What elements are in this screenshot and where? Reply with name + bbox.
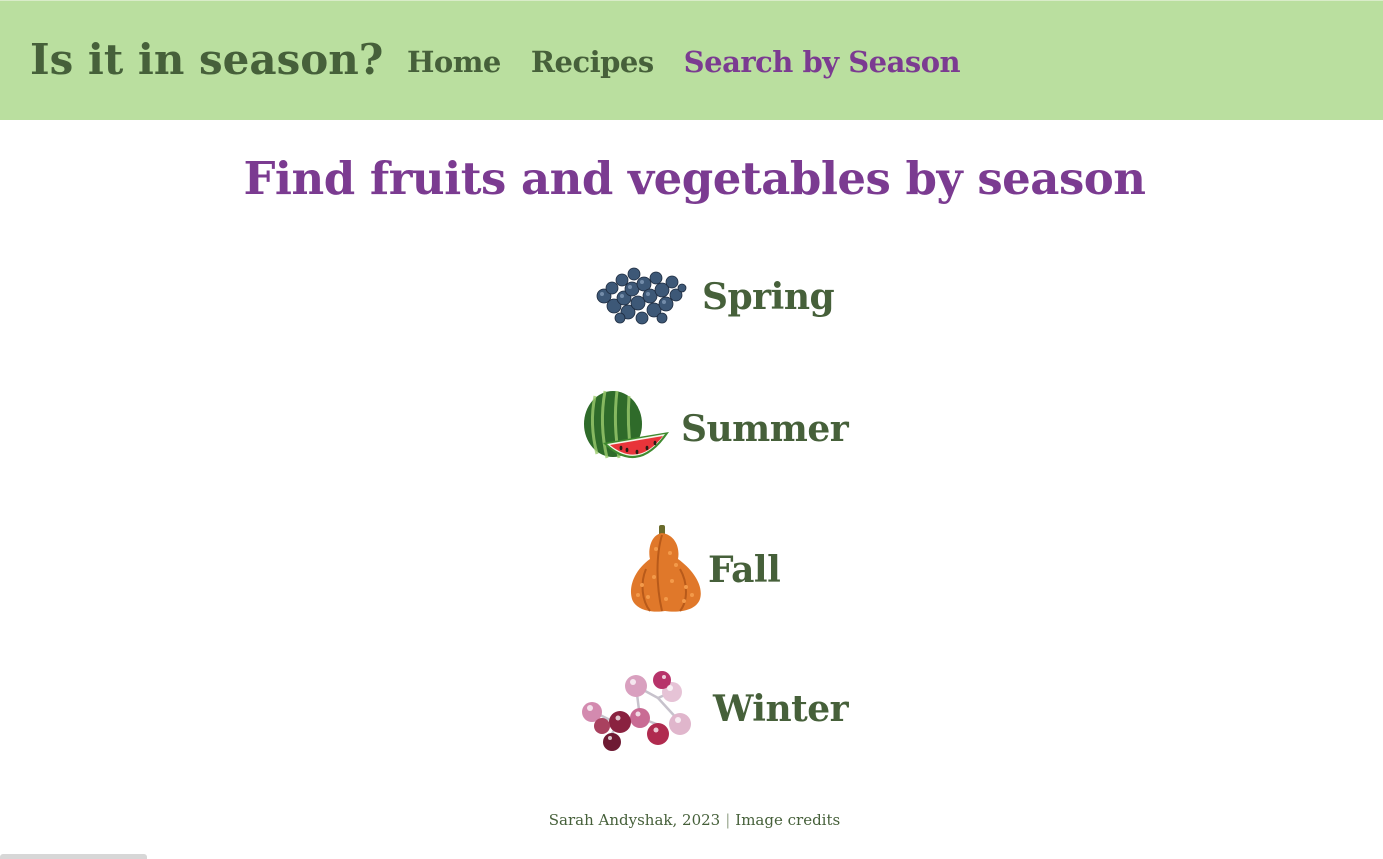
- orange-gourd-image: [626, 525, 704, 615]
- watermelon-image: [583, 388, 673, 470]
- site-header: Is it in season? Home Recipes Search by …: [0, 0, 1383, 120]
- season-fall-link[interactable]: Fall: [626, 525, 781, 615]
- nav-recipes-link[interactable]: Recipes: [531, 45, 654, 79]
- page-title: Find fruits and vegetables by season: [243, 152, 1146, 205]
- season-winter-label: Winter: [713, 688, 849, 730]
- nav-home-link[interactable]: Home: [407, 45, 501, 79]
- footer-separator: |: [725, 811, 731, 829]
- nav-search-by-season-link[interactable]: Search by Season: [684, 45, 961, 79]
- site-title[interactable]: Is it in season?: [30, 35, 383, 84]
- site-footer: Sarah Andyshak, 2023 | Image credits: [0, 811, 1383, 829]
- season-summer-link[interactable]: Summer: [583, 388, 849, 470]
- season-fall-label: Fall: [708, 549, 781, 591]
- main-nav: Home Recipes Search by Season: [407, 45, 961, 79]
- blueberries-image: [592, 262, 692, 332]
- image-credits-link[interactable]: Image credits: [735, 811, 840, 829]
- season-spring-link[interactable]: Spring: [592, 262, 835, 332]
- season-spring-label: Spring: [702, 276, 835, 318]
- season-winter-link[interactable]: Winter: [578, 666, 849, 752]
- footer-author: Sarah Andyshak, 2023: [548, 811, 721, 829]
- season-summer-label: Summer: [681, 408, 849, 450]
- frosted-berries-image: [578, 666, 698, 752]
- horizontal-scrollbar[interactable]: [0, 854, 147, 859]
